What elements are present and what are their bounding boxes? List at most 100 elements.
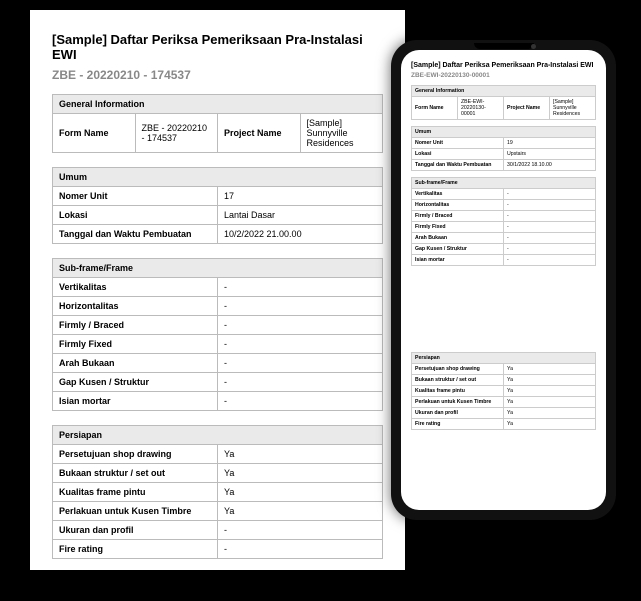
subframe-table: Sub-frame/Frame Vertikalitas - Horizonta… (52, 258, 383, 411)
row-label: Bukaan struktur / set out (53, 464, 218, 483)
row-value: Lantai Dasar (218, 206, 383, 225)
persiapan-table: Persiapan Persetujuan shop drawing Ya Bu… (52, 425, 383, 559)
row-value: 17 (218, 187, 383, 206)
row-value: - (218, 335, 383, 354)
table-row: Arah Bukaan - (53, 354, 383, 373)
table-row: Lokasi Lantai Dasar (53, 206, 383, 225)
table-row: Firmly Fixed - (53, 335, 383, 354)
table-row: Kualitas frame pintu Ya (53, 483, 383, 502)
table-row: Firmly / Braced - (412, 211, 596, 222)
table-row: Lokasi Upstairs (412, 149, 596, 160)
row-label: Persetujuan shop drawing (53, 445, 218, 464)
row-value: Ya (504, 408, 596, 419)
section-header: General Information (53, 95, 383, 114)
section-header: Sub-frame/Frame (53, 259, 383, 278)
general-info-table: General Information Form Name ZBE - 2022… (52, 94, 383, 153)
phone-umum-table: Umum Nomer Unit 19 Lokasi Upstairs Tangg… (411, 126, 596, 171)
row-label: Nomer Unit (53, 187, 218, 206)
phone-mockup: [Sample] Daftar Periksa Pemeriksaan Pra-… (391, 40, 616, 520)
row-value: Ya (218, 483, 383, 502)
table-row: Isian mortar - (412, 255, 596, 266)
table-row: Firmly / Braced - (53, 316, 383, 335)
paper-subtitle: ZBE - 20220210 - 174537 (52, 68, 383, 82)
project-name-label: Project Name (218, 114, 301, 153)
row-label: Ukuran dan profil (412, 408, 504, 419)
form-name-label: Form Name (412, 97, 458, 120)
phone-screen: [Sample] Daftar Periksa Pemeriksaan Pra-… (401, 50, 606, 510)
row-value: - (504, 233, 596, 244)
form-name-value: ZBE-EWI-20220130-00001 (458, 97, 504, 120)
table-row: Isian mortar - (53, 392, 383, 411)
table-row: Nomer Unit 17 (53, 187, 383, 206)
row-value: - (504, 200, 596, 211)
row-label: Arah Bukaan (412, 233, 504, 244)
row-label: Fire rating (53, 540, 218, 559)
row-label: Perlakuan untuk Kusen Timbre (412, 397, 504, 408)
row-label: Isian mortar (53, 392, 218, 411)
row-label: Lokasi (53, 206, 218, 225)
row-label: Perlakuan untuk Kusen Timbre (53, 502, 218, 521)
table-row: Ukuran dan profil - (53, 521, 383, 540)
table-row: Nomer Unit 19 (412, 138, 596, 149)
project-name-value: [Sample] Sunnyville Residences (300, 114, 383, 153)
row-value: - (504, 244, 596, 255)
row-value: Upstairs (504, 149, 596, 160)
table-row: Arah Bukaan - (412, 233, 596, 244)
row-label: Horizontalitas (412, 200, 504, 211)
phone-title: [Sample] Daftar Periksa Pemeriksaan Pra-… (411, 62, 596, 69)
umum-table: Umum Nomer Unit 17 Lokasi Lantai Dasar T… (52, 167, 383, 244)
table-row: Horizontalitas - (53, 297, 383, 316)
project-name-label: Project Name (504, 97, 550, 120)
table-row: Fire rating Ya (412, 419, 596, 430)
row-label: Firmly Fixed (53, 335, 218, 354)
row-value: Ya (504, 419, 596, 430)
row-value: - (504, 189, 596, 200)
row-value: - (218, 373, 383, 392)
table-row: Firmly Fixed - (412, 222, 596, 233)
project-name-value: [Sample] Sunnyville Residences (550, 97, 596, 120)
row-value: - (218, 297, 383, 316)
row-value: - (218, 354, 383, 373)
table-row: Gap Kusen / Struktur - (53, 373, 383, 392)
row-value: Ya (218, 502, 383, 521)
form-name-value: ZBE - 20220210 - 174537 (135, 114, 218, 153)
row-value: - (218, 278, 383, 297)
table-row: Bukaan struktur / set out Ya (53, 464, 383, 483)
row-label: Tanggal dan Waktu Pembuatan (53, 225, 218, 244)
phone-subframe-table: Sub-frame/Frame Vertikalitas - Horizonta… (411, 177, 596, 266)
row-label: Firmly Fixed (412, 222, 504, 233)
row-value: Ya (504, 397, 596, 408)
table-row: Ukuran dan profil Ya (412, 408, 596, 419)
section-header: Persiapan (412, 353, 596, 364)
table-row: Bukaan struktur / set out Ya (412, 375, 596, 386)
section-header: Persiapan (53, 426, 383, 445)
table-row: Vertikalitas - (53, 278, 383, 297)
row-label: Gap Kusen / Struktur (412, 244, 504, 255)
phone-persiapan-table: Persiapan Persetujuan shop drawing Ya Bu… (411, 352, 596, 430)
row-value: Ya (504, 364, 596, 375)
row-value: - (504, 255, 596, 266)
table-row: Perlakuan untuk Kusen Timbre Ya (53, 502, 383, 521)
row-label: Lokasi (412, 149, 504, 160)
table-row: Tanggal dan Waktu Pembuatan 10/2/2022 21… (53, 225, 383, 244)
row-value: - (504, 222, 596, 233)
row-value: 30/1/2022 18.10.00 (504, 160, 596, 171)
table-row: Vertikalitas - (412, 189, 596, 200)
section-header: Umum (412, 127, 596, 138)
row-label: Nomer Unit (412, 138, 504, 149)
row-value: 10/2/2022 21.00.00 (218, 225, 383, 244)
phone-general-info-table: General Information Form Name ZBE-EWI-20… (411, 85, 596, 120)
row-label: Kualitas frame pintu (412, 386, 504, 397)
row-value: Ya (218, 445, 383, 464)
phone-camera (531, 44, 536, 49)
phone-subtitle: ZBE-EWI-20220130-00001 (411, 72, 596, 79)
content-gap (411, 272, 596, 352)
row-label: Gap Kusen / Struktur (53, 373, 218, 392)
row-label: Vertikalitas (53, 278, 218, 297)
row-value: - (504, 211, 596, 222)
paper-title: [Sample] Daftar Periksa Pemeriksaan Pra-… (52, 32, 383, 62)
row-label: Persetujuan shop drawing (412, 364, 504, 375)
section-header: General Information (412, 86, 596, 97)
row-label: Horizontalitas (53, 297, 218, 316)
table-row: Kualitas frame pintu Ya (412, 386, 596, 397)
